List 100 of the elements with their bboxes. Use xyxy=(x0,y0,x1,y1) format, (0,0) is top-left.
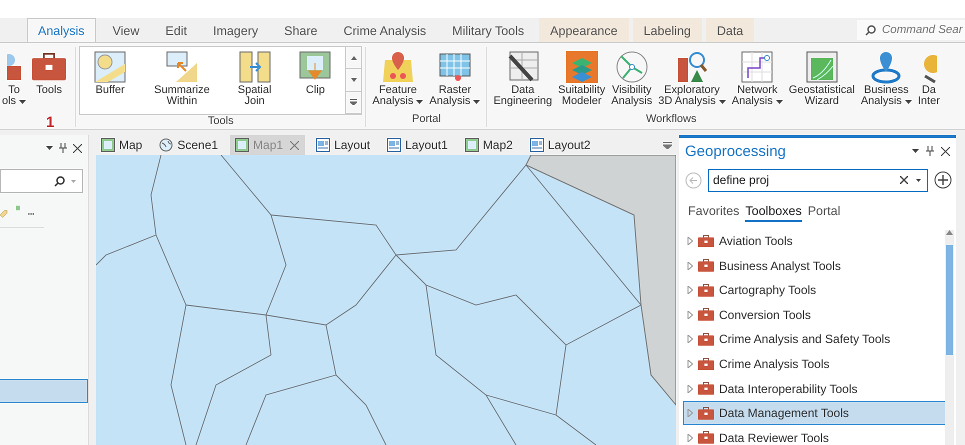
pin-icon[interactable] xyxy=(926,146,934,156)
ribbon-tab[interactable]: Imagery xyxy=(202,18,270,42)
pane-tab[interactable]: Toolboxes xyxy=(745,204,802,222)
toolbox-item[interactable]: Conversion Tools xyxy=(684,303,945,326)
toolbox-item[interactable]: Data Interoperability Tools xyxy=(684,377,945,400)
toolbox-icon xyxy=(698,332,714,346)
expand-gallery-button[interactable] xyxy=(346,92,362,114)
toolbox-item[interactable]: Crime Analysis and Safety Tools xyxy=(684,328,945,351)
spatial-join-icon xyxy=(238,51,271,83)
dropdown-icon[interactable] xyxy=(912,149,919,154)
caret-icon xyxy=(19,100,26,104)
ribbon-button[interactable]: Clip xyxy=(285,47,346,114)
layout-document-icon xyxy=(316,138,330,152)
ribbon-button[interactable]: Spatial Join xyxy=(224,47,286,114)
toolbox-item[interactable]: Aviation Tools xyxy=(684,230,945,252)
clear-icon[interactable] xyxy=(900,176,908,184)
ribbon-button[interactable]: Geostatistical Wizard xyxy=(786,47,858,109)
toolbox-icon xyxy=(698,284,714,297)
collapsed-arrow-icon xyxy=(687,434,693,442)
command-search-field[interactable]: Command Sear xyxy=(857,20,965,40)
dropdown-icon[interactable] xyxy=(46,146,53,150)
toolbox-icon xyxy=(698,308,714,322)
collapsed-arrow-icon xyxy=(687,310,693,319)
ribbon-button[interactable]: Summarize Within xyxy=(140,47,224,114)
map-view-tab[interactable]: Layout1 xyxy=(382,135,454,155)
expand-icon xyxy=(350,99,358,106)
ribbon-tab[interactable]: Data xyxy=(706,18,754,42)
ribbon-button[interactable]: Suitability Modeler xyxy=(555,47,608,109)
collapsed-arrow-icon xyxy=(687,286,693,294)
visibility-icon xyxy=(614,50,649,84)
caret-icon xyxy=(473,100,480,104)
collapsed-arrow-icon xyxy=(687,236,693,245)
ribbon-tab[interactable]: Military Tools xyxy=(441,18,536,42)
search-field[interactable] xyxy=(0,169,83,193)
ribbon-tab[interactable]: Crime Analysis xyxy=(332,18,438,42)
close-icon[interactable] xyxy=(73,144,82,152)
toolbox-item[interactable]: Cartography Tools xyxy=(684,278,945,302)
scroll-down-button[interactable] xyxy=(346,69,362,92)
close-icon[interactable] xyxy=(941,146,950,156)
map-document-icon xyxy=(235,138,250,152)
ribbon-button[interactable]: Raster Analysis xyxy=(426,47,484,109)
search-icon xyxy=(865,24,876,36)
toolbox-icon xyxy=(698,406,714,420)
map-view-tab[interactable]: Layout2 xyxy=(524,135,597,155)
toolbox-item[interactable]: Crime Analysis Tools xyxy=(684,352,945,376)
group-label: Workflows xyxy=(646,113,696,127)
ribbon-tab[interactable]: Labeling xyxy=(632,18,702,42)
group-label: Tools xyxy=(208,115,234,127)
network-grid-icon xyxy=(740,50,774,84)
layers-icon xyxy=(564,50,599,84)
pin-icon[interactable] xyxy=(59,143,67,153)
caret-icon xyxy=(350,78,357,82)
ribbon-button[interactable]: Exploratory 3D Analysis xyxy=(655,47,729,109)
ribbon-tab[interactable]: View xyxy=(102,18,150,42)
caret-up-icon xyxy=(946,230,953,235)
ribbon-button[interactable]: Tools xyxy=(29,47,70,98)
add-button[interactable] xyxy=(934,171,952,190)
map-view-tab[interactable]: Layout xyxy=(311,135,376,155)
toolbox-item[interactable]: Business Analyst Tools xyxy=(684,254,945,277)
caret-icon xyxy=(904,100,912,104)
ribbon-button[interactable]: Da Inter xyxy=(914,47,943,109)
ribbon-tab[interactable]: Analysis xyxy=(27,18,96,42)
caret-up-icon xyxy=(350,56,357,60)
ribbon-tab[interactable]: Appearance xyxy=(539,18,629,42)
map-document-icon xyxy=(101,138,115,152)
ribbon-button[interactable]: Buffer xyxy=(80,47,140,114)
buffer-icon xyxy=(94,51,126,83)
scroll-up-button[interactable] xyxy=(346,47,362,70)
pane-title: Geoprocessing xyxy=(685,142,787,160)
toolbox-icon xyxy=(698,259,714,272)
overflow-icon[interactable] xyxy=(663,142,672,148)
pane-tab[interactable]: Favorites xyxy=(688,204,740,222)
toolbox-item[interactable]: Data Reviewer Tools xyxy=(684,426,945,445)
ribbon-tab[interactable]: Edit xyxy=(154,18,198,42)
toolbox-icon xyxy=(698,234,714,248)
ribbon-tab[interactable]: Share xyxy=(273,18,328,42)
map-view-tab[interactable]: Scene1 xyxy=(154,135,224,155)
more-icon[interactable] xyxy=(28,212,34,216)
collapsed-arrow-icon xyxy=(687,335,693,344)
ribbon-button[interactable]: Network Analysis xyxy=(728,47,786,109)
caret-icon xyxy=(416,100,424,104)
caret-icon[interactable] xyxy=(916,178,921,182)
ribbon-button[interactable]: Visibility Analysis xyxy=(608,47,656,109)
scrollbar[interactable] xyxy=(945,230,954,445)
map-view-tab[interactable]: Map2 xyxy=(460,135,519,155)
pane-tab[interactable]: Portal xyxy=(808,204,840,222)
ribbon-button[interactable]: Feature Analysis xyxy=(369,47,426,109)
ribbon-button[interactable]: Business Analysis xyxy=(858,47,915,109)
map-view-tab[interactable]: Map xyxy=(96,135,148,155)
table-wrench-icon xyxy=(506,50,540,84)
ribbon-button[interactable]: Data Engineering xyxy=(490,47,556,109)
search-field[interactable]: define proj xyxy=(708,168,928,192)
search-input[interactable]: define proj xyxy=(713,173,892,188)
toolbox-icon xyxy=(698,382,714,395)
wizard-window-icon xyxy=(804,50,839,84)
toolbox-item[interactable]: Data Management Tools xyxy=(684,402,945,424)
globe-icon xyxy=(159,138,174,152)
step-number: 1 xyxy=(46,114,54,131)
layout-document-icon xyxy=(387,138,402,152)
ribbon-button[interactable]: To ols xyxy=(0,47,30,109)
